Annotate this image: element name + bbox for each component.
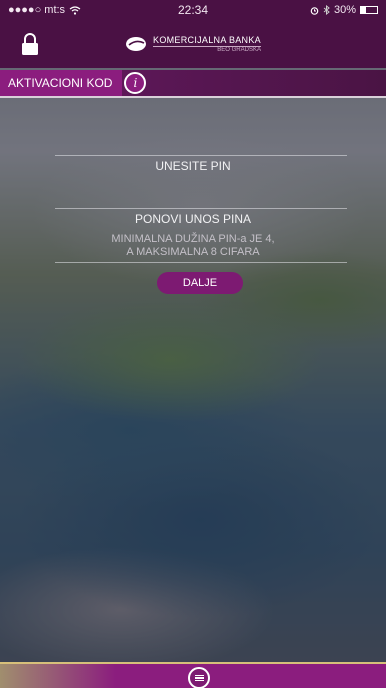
lock-icon[interactable] [20,32,40,56]
pin-field-divider [55,208,347,209]
carrier-label: ●●●●○ mt:s [8,4,66,16]
status-left: ●●●●○ mt:s [8,4,138,16]
pin-hint-line-2: A MAKSIMALNA 8 CIFARA [126,246,260,258]
background-veil [0,0,386,688]
status-time: 22:34 [177,3,209,17]
battery-percent: 30% [333,4,356,16]
bank-name: KOMERCIJALNA BANKA [153,35,261,47]
bank-subtitle: BEO GRADSKA [217,47,261,53]
next-button[interactable]: DALJE [157,272,243,294]
alarm-icon [310,6,319,15]
repeat-pin-input[interactable]: PONOVI UNOS PINA [0,212,386,232]
pin-hint-line-1: MINIMALNA DUŽINA PIN-a JE 4, [111,233,275,245]
bank-logo-mark [126,37,147,51]
repeat-pin-underline [55,262,347,263]
bank-logo-text: KOMERCIJALNA BANKA BEO GRADSKA [153,35,261,53]
page-title: AKTIVACIONI KOD [0,70,123,96]
info-icon[interactable]: i [124,72,147,94]
title-bar: AKTIVACIONI KOD i [0,70,386,98]
app-header: KOMERCIJALNA BANKA BEO GRADSKA [0,20,386,68]
status-bar: ●●●●○ mt:s 22:34 30% [0,0,386,20]
wifi-icon [69,5,81,15]
menu-icon[interactable] [188,667,210,688]
title-underline [0,96,386,98]
pin-input[interactable]: UNESITE PIN [0,159,386,189]
menu-icon-lines [194,674,204,683]
bluetooth-icon [323,5,330,15]
bank-logo: KOMERCIJALNA BANKA BEO GRADSKA [125,35,261,53]
pin-field-top-line [55,155,347,156]
battery-fill [361,7,366,13]
battery-icon [360,6,378,14]
status-right: 30% [248,4,378,16]
